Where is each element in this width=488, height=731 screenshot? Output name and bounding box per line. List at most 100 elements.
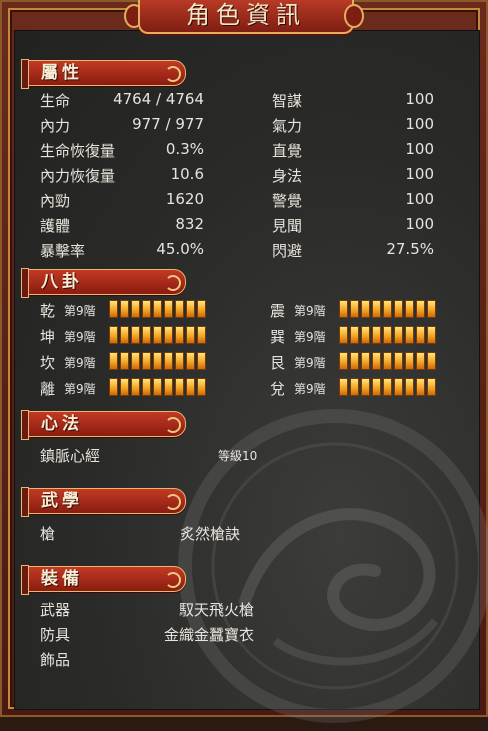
section-title: 武學 [41,491,83,511]
xinfa-name: 鎮脈心經 [40,447,101,465]
section-xinfa-header: 心法 [21,410,186,440]
level-segment [186,326,195,344]
equipment-slot-label: 防具 [40,626,71,644]
level-segment [427,378,436,396]
swirl-icon [165,275,181,291]
attribute-label: 暴擊率 [40,242,86,260]
section-wuxue-header: 武學 [21,487,186,517]
level-segment [109,352,118,370]
xinfa-level: 等級10 [218,449,258,463]
equipment-item-name[interactable]: 馭天飛火槍 [130,599,254,620]
trigram-name: 坤 [40,328,56,346]
level-segment [383,300,392,318]
equipment-item-name[interactable]: 金織金蠶寶衣 [130,624,254,645]
level-segment [350,352,359,370]
dragon-watermark [178,409,488,723]
level-segment [197,378,206,396]
level-segment [109,378,118,396]
level-segment [175,378,184,396]
attribute-label: 見聞 [272,217,303,235]
attribute-value: 100 [405,140,434,158]
level-segment [153,352,162,370]
level-segment [131,300,140,318]
level-segment [383,378,392,396]
trigram-rank: 第9階 [64,356,96,370]
level-segment [383,352,392,370]
trigram-level-bar [109,326,206,344]
section-title: 裝備 [41,569,83,589]
attribute-label: 內勁 [40,192,71,210]
level-segment [186,378,195,396]
attribute-label: 閃避 [272,242,303,260]
level-segment [142,378,151,396]
level-segment [427,352,436,370]
attribute-label: 氣力 [272,117,303,135]
window-title: 角色資訊 [186,1,306,29]
level-segment [197,300,206,318]
trigram-rank: 第9階 [294,382,326,396]
level-segment [372,378,381,396]
trigram-name: 兌 [270,380,286,398]
swirl-icon [165,494,181,510]
trigram-level-bar [339,352,436,370]
trigram-level-bar [109,378,206,396]
level-segment [427,300,436,318]
attribute-label: 直覺 [272,142,303,160]
section-attributes-header: 屬性 [21,59,186,89]
attribute-value: 27.5% [386,240,434,258]
trigram-name: 離 [40,380,56,398]
swirl-icon [165,417,181,433]
level-segment [164,326,173,344]
attribute-value: 832 [175,215,204,233]
level-segment [197,326,206,344]
swirl-icon [165,66,181,82]
equipment-slot-label: 飾品 [40,651,71,669]
level-segment [120,378,129,396]
level-segment [394,300,403,318]
trigram-name: 艮 [270,354,286,372]
attribute-value: 100 [405,165,434,183]
trigram-name: 坎 [40,354,56,372]
level-segment [153,378,162,396]
level-segment [405,352,414,370]
level-segment [153,300,162,318]
level-segment [361,352,370,370]
attribute-value: 100 [405,190,434,208]
attribute-value: 100 [405,215,434,233]
trigram-rank: 第9階 [64,382,96,396]
section-bagua-header: 八卦 [21,268,186,298]
attribute-value: 100 [405,115,434,133]
trigram-rank: 第9階 [294,330,326,344]
attribute-label: 警覺 [272,192,303,210]
level-segment [175,352,184,370]
scroll-ornament-right [344,4,364,28]
level-segment [416,326,425,344]
level-segment [142,300,151,318]
level-segment [416,378,425,396]
trigram-level-bar [339,326,436,344]
level-segment [109,326,118,344]
level-segment [109,300,118,318]
wuxue-value: 炙然槍訣 [180,525,241,543]
trigram-rank: 第9階 [64,330,96,344]
trigram-name: 乾 [40,302,56,320]
level-segment [383,326,392,344]
level-segment [339,378,348,396]
level-segment [350,378,359,396]
trigram-level-bar [339,378,436,396]
level-segment [372,300,381,318]
level-segment [361,326,370,344]
level-segment [131,352,140,370]
trigram-rank: 第9階 [294,356,326,370]
trigram-rank: 第9階 [64,304,96,318]
level-segment [394,326,403,344]
attribute-label: 護體 [40,217,71,235]
section-title: 屬性 [41,63,83,83]
level-segment [186,300,195,318]
level-segment [131,326,140,344]
level-segment [361,300,370,318]
level-segment [197,352,206,370]
level-segment [164,300,173,318]
level-segment [120,300,129,318]
attribute-value: 0.3% [165,140,204,158]
